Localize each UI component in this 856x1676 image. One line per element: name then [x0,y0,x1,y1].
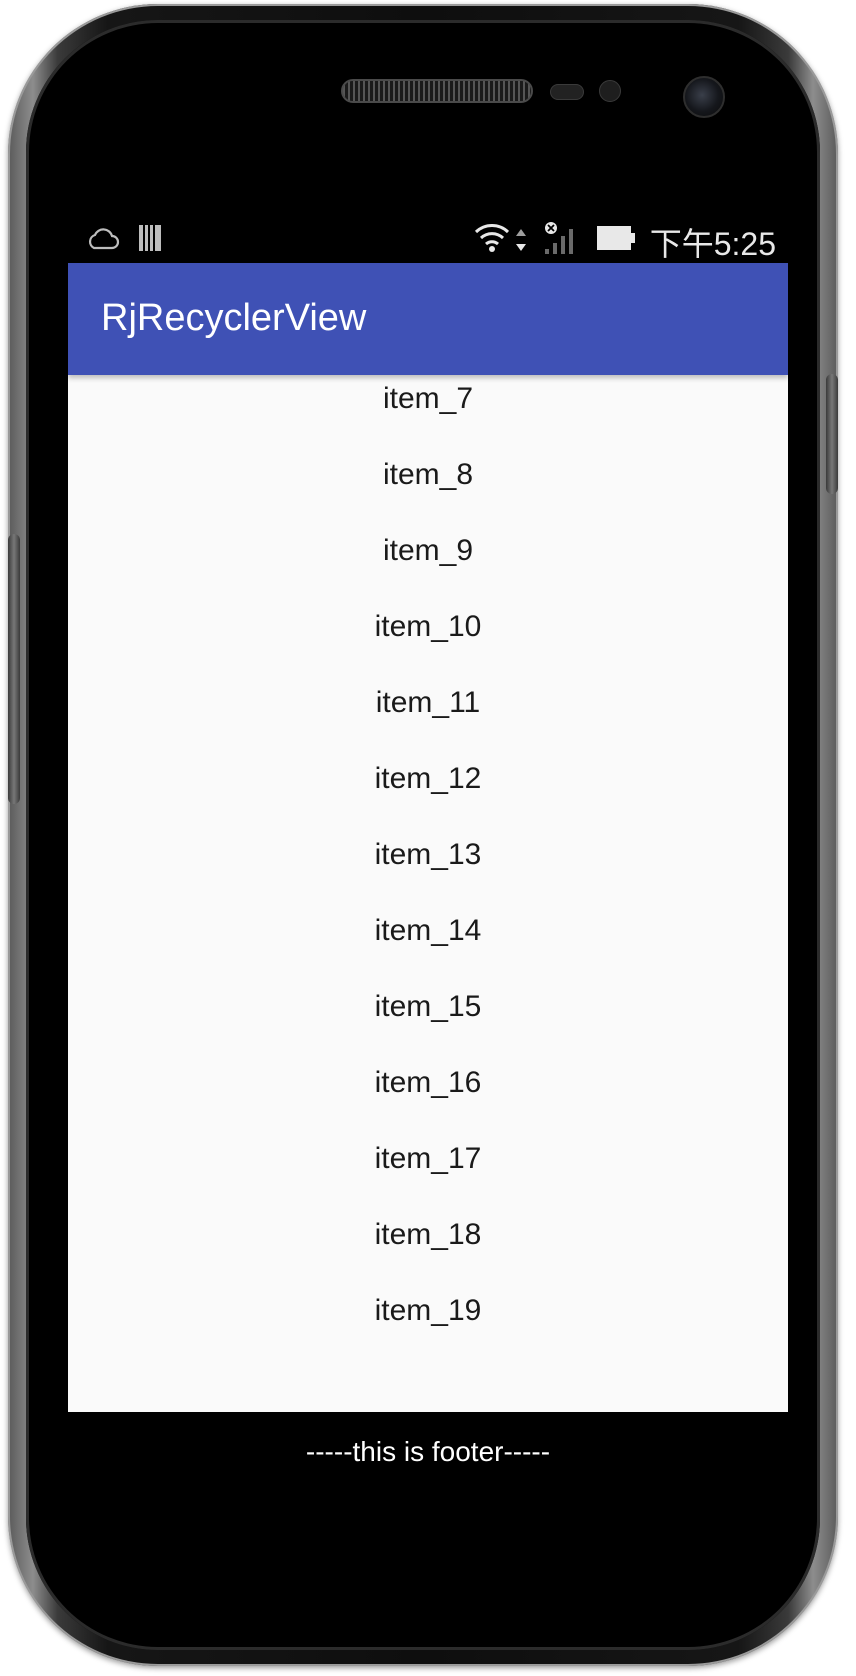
proximity-sensor [550,84,584,100]
list-item[interactable]: item_7 [68,375,788,429]
data-arrows-icon [516,229,526,251]
list-item[interactable]: item_13 [68,825,788,885]
list-item[interactable]: item_10 [68,597,788,657]
list-footer: -----this is footer----- [68,1412,788,1493]
list-item[interactable]: item_9 [68,521,788,581]
list-item[interactable]: item_16 [68,1053,788,1113]
volume-button[interactable] [8,534,20,804]
recycler-list[interactable]: item_7 item_8 item_9 item_10 item_11 ite… [68,375,788,1424]
wifi-icon [474,224,510,252]
battery-icon [597,226,635,250]
front-camera [683,76,725,118]
app-title: RjRecyclerView [101,297,367,339]
list-item[interactable]: item_14 [68,901,788,961]
list-item[interactable]: item_18 [68,1205,788,1265]
signal-icon [545,222,573,254]
cloud-icon [88,228,120,250]
list-item[interactable]: item_12 [68,749,788,809]
list-item[interactable]: item_17 [68,1129,788,1189]
light-sensor [599,80,621,102]
app-bar: RjRecyclerView [68,263,788,375]
status-time: 下午5:25 [649,226,776,262]
list-item[interactable]: item_8 [68,445,788,505]
storage-icon [139,225,161,251]
earpiece-speaker [341,79,533,103]
list-item[interactable]: item_11 [68,673,788,733]
screen: 下午5:25 RjRecyclerView item_7 item_8 item… [68,213,788,1493]
power-button[interactable] [826,374,838,494]
list-item[interactable]: item_19 [68,1281,788,1341]
list-item[interactable]: item_15 [68,977,788,1037]
status-bar: 下午5:25 [68,213,788,263]
